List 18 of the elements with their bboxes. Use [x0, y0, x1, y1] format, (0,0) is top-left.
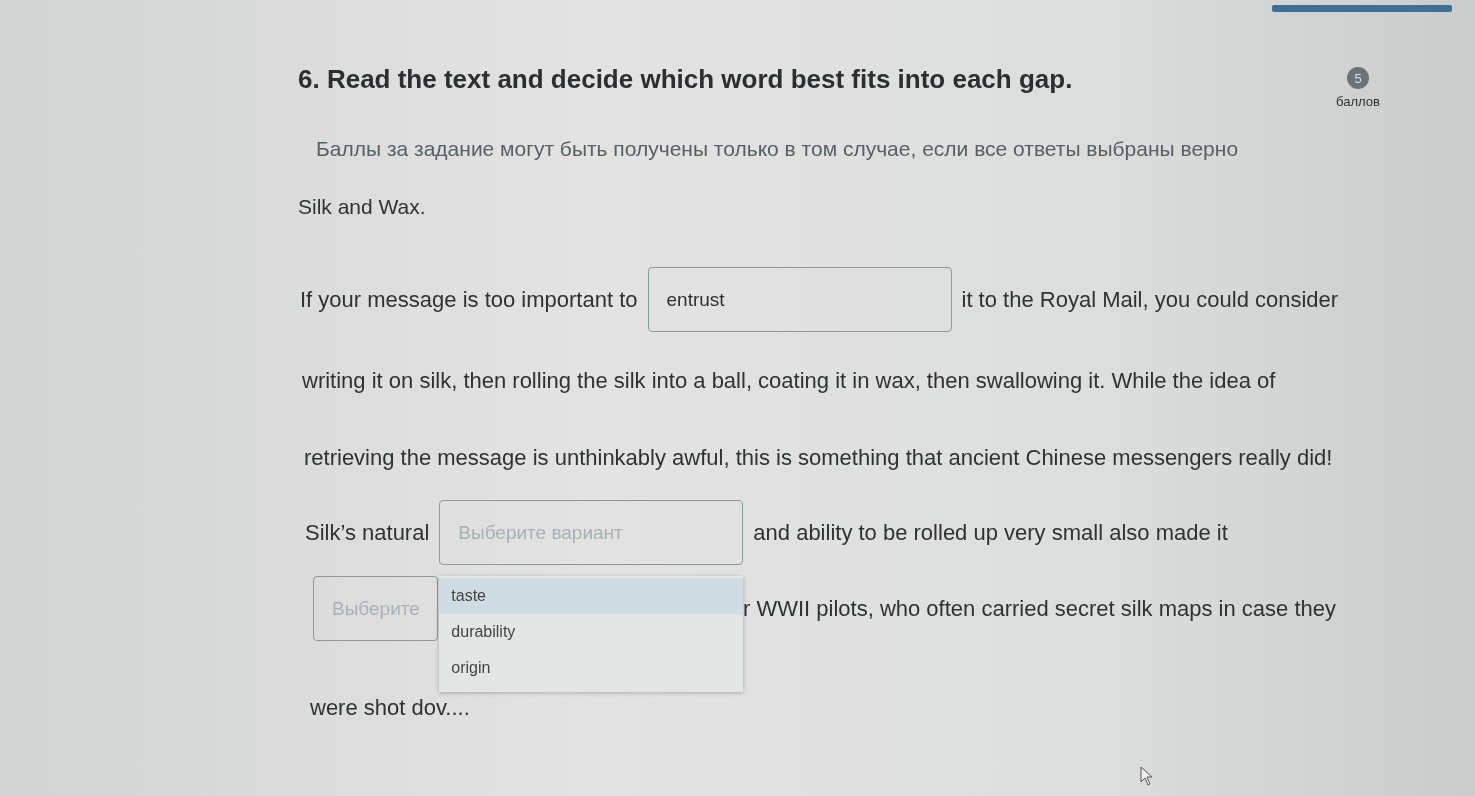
menu-option[interactable]: origin	[439, 650, 744, 686]
passage-text: r WWII pilots, who often carried secret silk maps in case they	[743, 595, 1336, 622]
question-title: 6. Read the text and decide which word best fits into each gap.	[298, 64, 1073, 95]
menu-option[interactable]: durability	[439, 614, 744, 650]
passage-text: writing it on silk, then rolling the silk into a ball, coating it in wax, then swallowing it. While the idea of	[302, 368, 1276, 394]
menu-option[interactable]: taste	[439, 578, 744, 614]
passage-text: If your message is too important to	[300, 286, 638, 313]
dropdown-field[interactable]: entrust	[647, 267, 952, 332]
points-badge: 5	[1347, 67, 1369, 89]
passage-text: retrieving the message is unthinkably awful, this is something that ancient Chinese messengers really did!	[304, 445, 1333, 471]
cursor-icon	[1140, 766, 1154, 786]
points-label: баллов	[1336, 94, 1380, 109]
passage-text: were shot dov....	[310, 695, 470, 721]
instruction-text: Баллы за задание могут быть получены только в том случае, если все ответы выбраны верно	[316, 137, 1240, 161]
text-title: Silk and Wax.	[298, 195, 427, 219]
passage-text: and ability to be rolled up very small also made it	[753, 519, 1228, 546]
passage-text: Silk’s natural	[305, 519, 430, 546]
passage-text: it to the Royal Mail, you could consider	[961, 286, 1339, 313]
